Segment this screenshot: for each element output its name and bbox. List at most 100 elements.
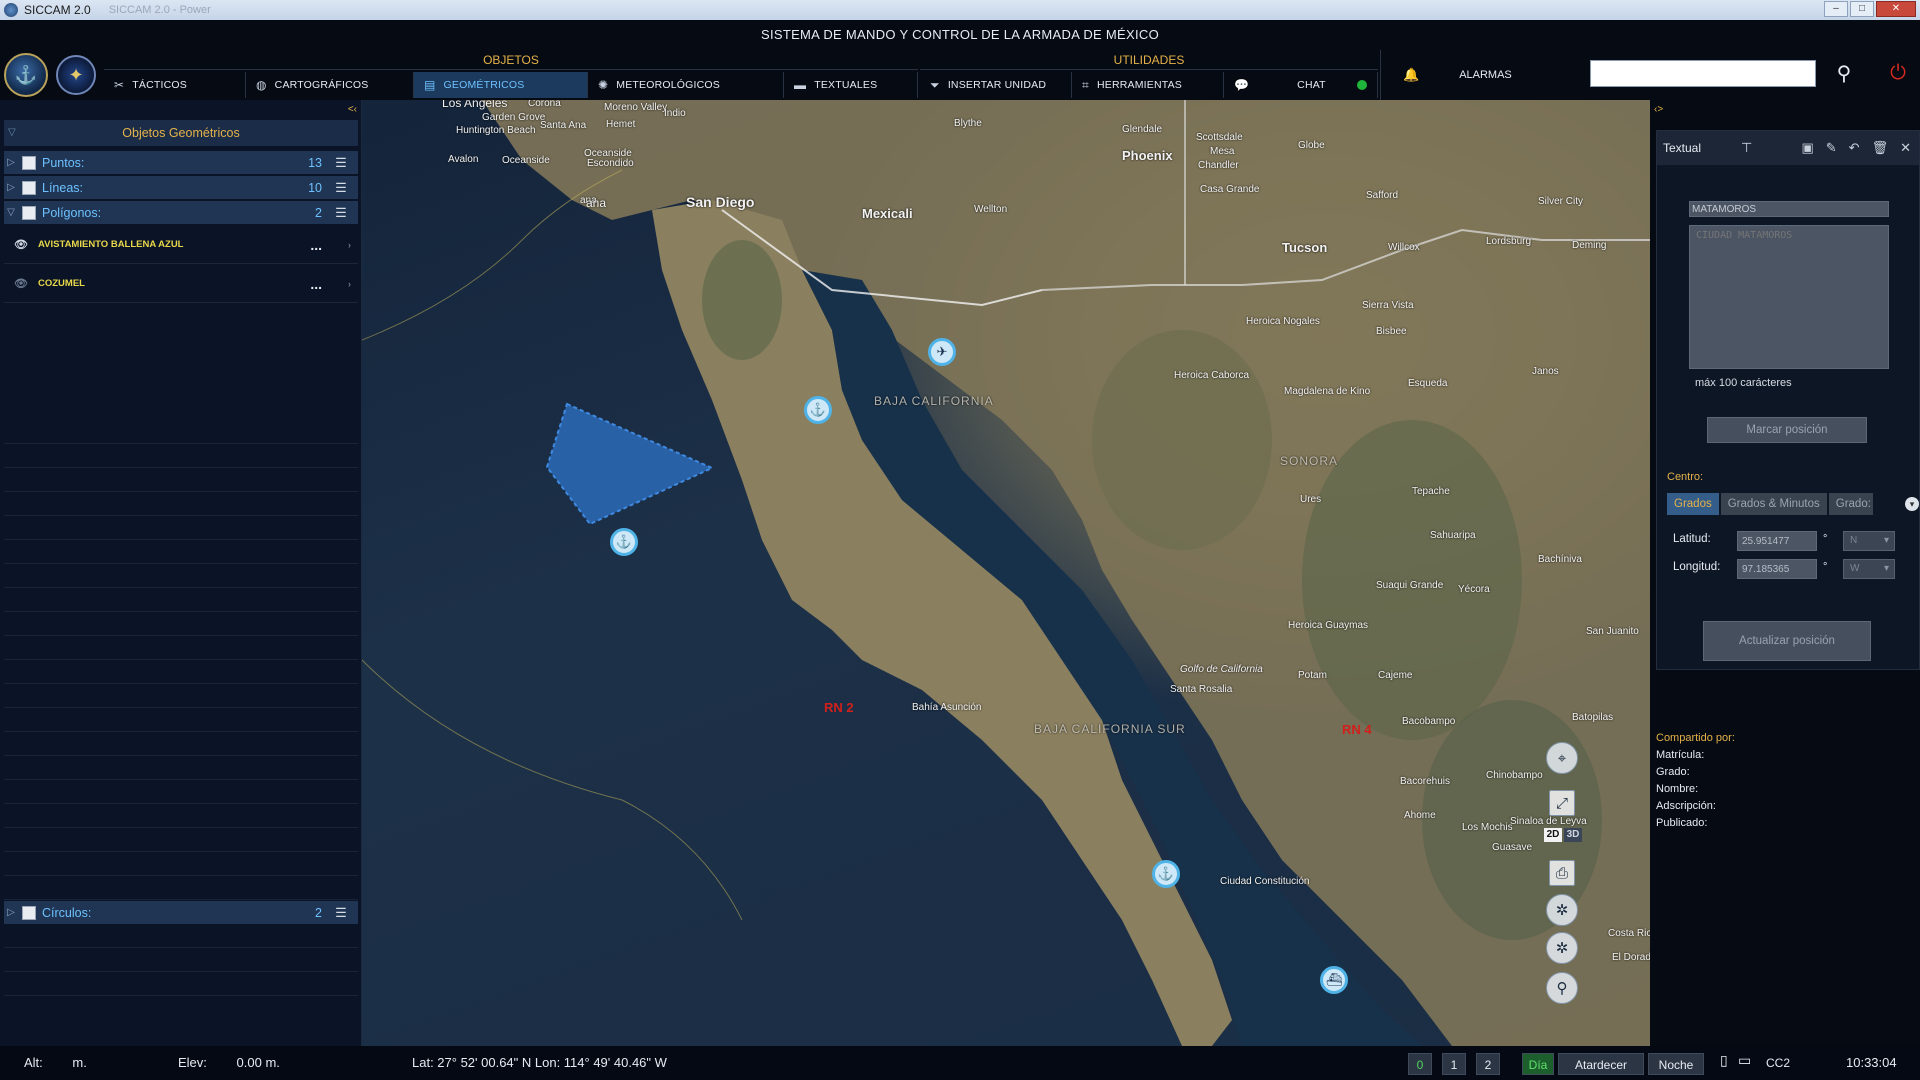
layer-1-button[interactable]: 1 (1442, 1053, 1466, 1075)
text-icon: ▬ (794, 78, 807, 92)
latitude-input[interactable] (1737, 531, 1817, 551)
circulos-checkbox[interactable] (22, 905, 36, 920)
power-button[interactable]: ⏻ (1880, 58, 1916, 88)
menu-chat[interactable]: 💬 CHAT (1224, 72, 1378, 98)
menu-cartograficos[interactable]: ◍ CARTOGRÁFICOS (246, 72, 414, 98)
save-icon[interactable]: ▣ (1801, 140, 1813, 156)
mark-position-button[interactable]: Marcar posición (1707, 417, 1867, 443)
siccam-logo: ✦ (56, 55, 96, 95)
puntos-count: 13 (308, 155, 322, 170)
menu-textuales[interactable]: ▬ TEXTUALES (784, 72, 918, 98)
text-type-icon[interactable]: ⊤ (1741, 140, 1752, 156)
shared-by-title: Compartido por: (1656, 732, 1735, 744)
close-icon[interactable]: ✕ (1876, 1, 1916, 17)
undo-icon[interactable]: ↶ (1849, 140, 1860, 156)
collapse-icon[interactable]: ▽ (4, 207, 18, 218)
lineas-count: 10 (308, 180, 322, 195)
edit-icon[interactable]: ✎ (1826, 140, 1837, 156)
menu-insertar-unidad-label: INSERTAR UNIDAD (947, 79, 1047, 91)
night-mode-button[interactable]: Noche (1648, 1053, 1704, 1075)
collapse-triangle-icon[interactable]: ▽ (8, 120, 16, 146)
polygon-item[interactable]: 👁 COZUMEL ... › (4, 265, 358, 303)
aircraft-icon: ✈ (936, 344, 948, 359)
polygon-item[interactable]: 👁 AVISTAMIENTO BALLENA AZUL ... › (4, 226, 358, 264)
polygon-options-button[interactable]: ... (310, 276, 322, 292)
menu-geometricos[interactable]: ▤ GEOMÉTRICOS (414, 72, 588, 98)
dusk-mode-button[interactable]: Atardecer (1558, 1053, 1644, 1075)
tab-grados-minutos[interactable]: Grados & Minutos (1720, 493, 1827, 515)
expand-icon[interactable]: ▷ (4, 907, 18, 918)
latitude-hemisphere-select[interactable]: N (1843, 531, 1895, 551)
menu-textuales-label: TEXTUALES (814, 79, 878, 91)
collapse-left-panel-button[interactable]: <‹ (348, 104, 357, 115)
map-unit-marker[interactable]: ⚓ (610, 528, 638, 556)
map-label-glendale: Glendale (1122, 124, 1163, 135)
map-label-lordsburg: Lordsburg (1486, 236, 1532, 247)
puntos-checkbox[interactable] (22, 155, 36, 170)
shared-publicado: Publicado: (1656, 817, 1708, 829)
object-description-field[interactable] (1689, 225, 1889, 369)
view-2d-button[interactable]: 2D (1544, 828, 1562, 842)
alarms-button[interactable]: 🔔 ALARMAS (1380, 50, 1580, 100)
longitude-hemisphere-select[interactable]: W (1843, 559, 1895, 579)
tree-group-lineas[interactable]: ▷ Líneas: 10 ☰ (4, 176, 358, 200)
tree-group-puntos[interactable]: ▷ Puntos: 13 ☰ (4, 151, 358, 175)
map-unit-marker[interactable]: ⚓ (1152, 860, 1180, 888)
tree-group-circulos[interactable]: ▷ Círculos: 2 ☰ (4, 901, 358, 925)
map-fullscreen-button[interactable]: ⤢ (1549, 790, 1575, 816)
map-compass-button[interactable]: ✲ (1546, 894, 1578, 926)
circulos-menu-icon[interactable]: ☰ (334, 905, 348, 921)
view-3d-button[interactable]: 3D (1564, 828, 1582, 842)
object-name-field[interactable] (1689, 201, 1889, 217)
map-label-heroica-nogales: Heroica Nogales (1246, 316, 1320, 327)
map-label-potam: Potam (1298, 670, 1327, 681)
map-unit-marker[interactable]: ⛴ (1320, 966, 1348, 994)
map-zoom-button[interactable]: ⚲ (1546, 972, 1578, 1004)
update-position-button[interactable]: Actualizar posición (1703, 621, 1871, 661)
layer-0-button[interactable]: 0 (1408, 1053, 1432, 1075)
chevron-down-icon[interactable]: ▾ (1905, 497, 1919, 511)
system-title: SISTEMA DE MANDO Y CONTROL DE LA ARMADA … (760, 27, 1160, 42)
map-navigation-button[interactable]: ✲ (1546, 932, 1578, 964)
tree-group-poligonos[interactable]: ▽ Polígonos: 2 ☰ (4, 201, 358, 225)
app-icon (4, 3, 18, 17)
eye-icon[interactable]: 👁 (14, 277, 28, 290)
cursor-coordinates: Lat: 27° 52' 00.64" N Lon: 114° 49' 40.4… (412, 1055, 667, 1070)
longitude-input[interactable] (1737, 559, 1817, 579)
tab-grados-minutos-segundos[interactable]: Grado: (1828, 493, 1873, 515)
map-label-tepache: Tepache (1412, 486, 1450, 497)
map-locate-button[interactable]: ⌖ (1546, 742, 1578, 774)
poligonos-menu-icon[interactable]: ☰ (334, 205, 348, 221)
layer-2-button[interactable]: 2 (1476, 1053, 1500, 1075)
polygon-options-button[interactable]: ... (310, 237, 322, 253)
search-input[interactable] (1590, 60, 1816, 87)
menu-herramientas[interactable]: ⌗ HERRAMIENTAS (1072, 72, 1224, 98)
puntos-menu-icon[interactable]: ☰ (334, 155, 348, 171)
command-center-label: CC2 (1766, 1056, 1791, 1070)
map-view[interactable]: Los Angeles Corona Moreno Valley Garden … (362, 100, 1650, 1046)
close-icon[interactable]: ✕ (1900, 140, 1911, 156)
map-unit-marker[interactable]: ⚓ (804, 396, 832, 424)
menu-tacticos[interactable]: ✂ TÁCTICOS (104, 72, 246, 98)
day-mode-button[interactable]: Día (1522, 1053, 1554, 1075)
tab-grados[interactable]: Grados (1667, 493, 1719, 515)
eye-icon[interactable]: 👁 (14, 238, 28, 251)
map-unit-marker[interactable]: ✈ (928, 338, 956, 366)
map-label-safford: Safford (1366, 190, 1399, 201)
map-label-batopilas: Batopilas (1572, 712, 1614, 723)
maximize-icon[interactable]: □ (1850, 1, 1874, 17)
minimize-icon[interactable]: – (1824, 1, 1848, 17)
menu-meteorologicos[interactable]: ✺ METEOROLÓGICOS (588, 72, 784, 98)
lineas-checkbox[interactable] (22, 180, 36, 195)
menu-insertar-unidad[interactable]: ⏷ INSERTAR UNIDAD (920, 72, 1072, 98)
latitude-degree-symbol: ° (1823, 533, 1828, 545)
expand-icon[interactable]: ▷ (4, 182, 18, 193)
expand-icon[interactable]: ▷ (4, 157, 18, 168)
collapse-right-panel-button[interactable]: ‹> (1654, 104, 1663, 115)
search-button[interactable]: ⚲ (1824, 58, 1864, 88)
map-print-button[interactable]: ⎙ (1549, 860, 1575, 886)
lineas-menu-icon[interactable]: ☰ (334, 180, 348, 196)
delete-icon[interactable]: 🗑 (1872, 140, 1889, 156)
menu-herramientas-label: HERRAMIENTAS (1096, 79, 1183, 91)
poligonos-checkbox[interactable] (22, 205, 36, 220)
